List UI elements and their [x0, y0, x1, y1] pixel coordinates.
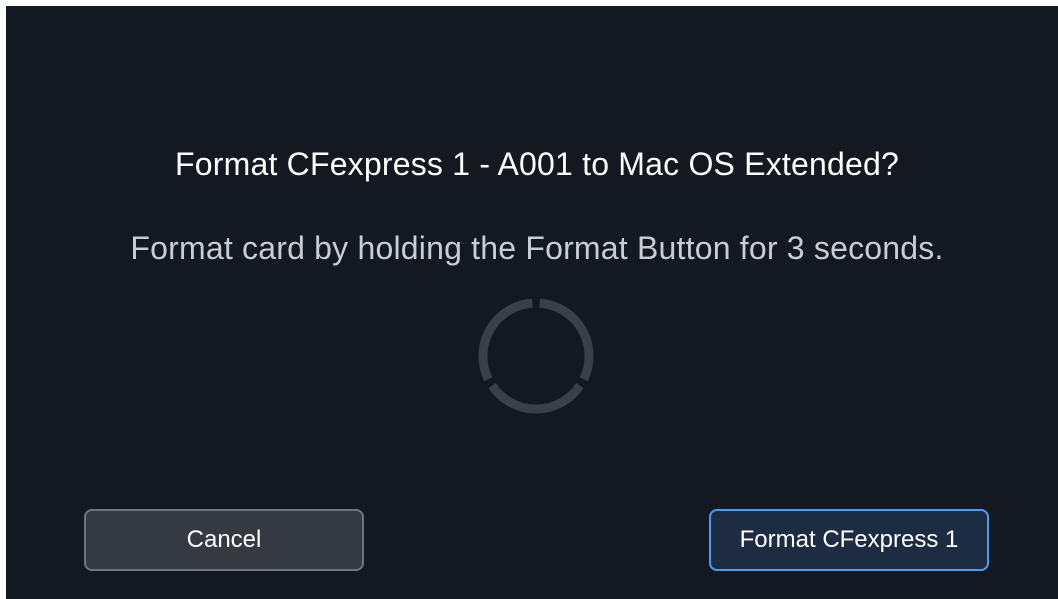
format-confirmation-screen: Format CFexpress 1 - A001 to Mac OS Exte… [6, 6, 1058, 599]
progress-ring-segment [488, 383, 584, 414]
cancel-button-label: Cancel [186, 526, 262, 553]
dialog-title: Format CFexpress 1 - A001 to Mac OS Exte… [175, 146, 899, 182]
dialog-message: Format card by holding the Format Button… [130, 230, 944, 266]
cancel-button[interactable]: Cancel [84, 509, 364, 571]
progress-ring-segment [539, 298, 594, 382]
format-card-button[interactable]: Format CFexpress 1 [709, 509, 989, 571]
format-card-button-label: Format CFexpress 1 [739, 526, 959, 553]
segmented-progress-ring-icon [478, 298, 594, 414]
progress-ring-segment [478, 298, 533, 382]
